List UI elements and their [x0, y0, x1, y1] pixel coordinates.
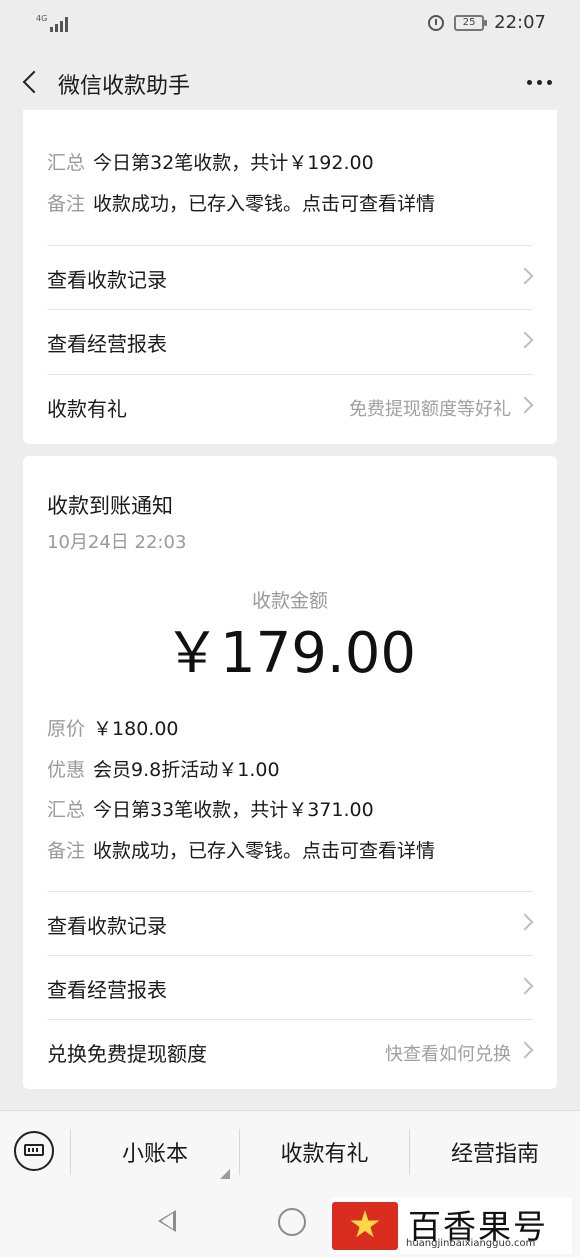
chevron-right-icon — [516, 977, 534, 995]
chevron-right-icon — [516, 913, 534, 931]
payment-gift-row[interactable]: 收款有礼 免费提现额度等好礼 — [23, 375, 557, 437]
nav-bar: 微信收款助手 — [0, 48, 580, 118]
keyboard-icon[interactable] — [14, 1131, 54, 1171]
notice-time: 10月24日 22:03 — [47, 532, 187, 553]
notice-title: 收款到账通知 — [47, 494, 173, 518]
menu-payment-gift[interactable]: 收款有礼 — [240, 1111, 409, 1193]
payment-notice-card[interactable]: 收款到账通知 10月24日 22:03 收款金额 ￥179.00 原价 ￥180.… — [23, 456, 557, 1089]
original-price-line: 原价 ￥180.00 — [47, 718, 179, 740]
summary-line: 汇总 今日第33笔收款，共计￥371.00 — [47, 799, 374, 821]
amount-value: ￥179.00 — [164, 621, 416, 686]
note-line: 备注 收款成功，已存入零钱。点击可查看详情 — [47, 840, 436, 862]
bottom-menu: 小账本 收款有礼 经营指南 — [0, 1110, 580, 1193]
view-business-report-row[interactable]: 查看经营报表 — [23, 310, 557, 372]
summary-line: 汇总 今日第32笔收款，共计￥192.00 — [47, 152, 374, 174]
status-bar: 4G 25 22:07 — [0, 0, 580, 48]
redeem-free-withdrawal-row[interactable]: 兑换免费提现额度 快查看如何兑换 — [23, 1020, 557, 1082]
chevron-right-icon — [516, 396, 534, 414]
chevron-right-icon — [516, 331, 534, 349]
payment-notice-card-previous[interactable]: 汇总 今日第32笔收款，共计￥192.00 备注 收款成功，已存入零钱。点击可查看详… — [23, 110, 557, 444]
menu-ledger[interactable]: 小账本 — [71, 1111, 239, 1193]
signal-icon: 4G — [36, 14, 70, 34]
watermark-url: huangjinbaixiangguo.com — [406, 1238, 536, 1249]
submenu-indicator-icon — [220, 1169, 230, 1179]
chevron-right-icon — [516, 267, 534, 285]
view-payment-records-row[interactable]: 查看收款记录 — [23, 246, 557, 308]
chevron-right-icon — [516, 1041, 534, 1059]
back-icon[interactable] — [18, 68, 48, 98]
menu-business-guide[interactable]: 经营指南 — [410, 1111, 580, 1193]
view-business-report-row[interactable]: 查看经营报表 — [23, 956, 557, 1018]
note-line: 备注 收款成功，已存入零钱。点击可查看详情 — [47, 193, 436, 215]
system-back-icon[interactable] — [158, 1210, 176, 1232]
clock: 22:07 — [494, 12, 546, 33]
watermark-logo-icon — [332, 1202, 398, 1250]
alarm-icon — [428, 14, 445, 31]
page-title: 微信收款助手 — [58, 74, 191, 99]
battery-icon: 25 — [454, 14, 488, 31]
discount-line: 优惠 会员9.8折活动￥1.00 — [47, 759, 280, 781]
system-home-icon[interactable] — [278, 1208, 306, 1236]
watermark: 百香果号 huangjinbaixiangguo.com — [330, 1198, 572, 1254]
network-type: 4G — [36, 14, 48, 23]
more-icon[interactable] — [527, 80, 552, 85]
view-payment-records-row[interactable]: 查看收款记录 — [23, 892, 557, 954]
